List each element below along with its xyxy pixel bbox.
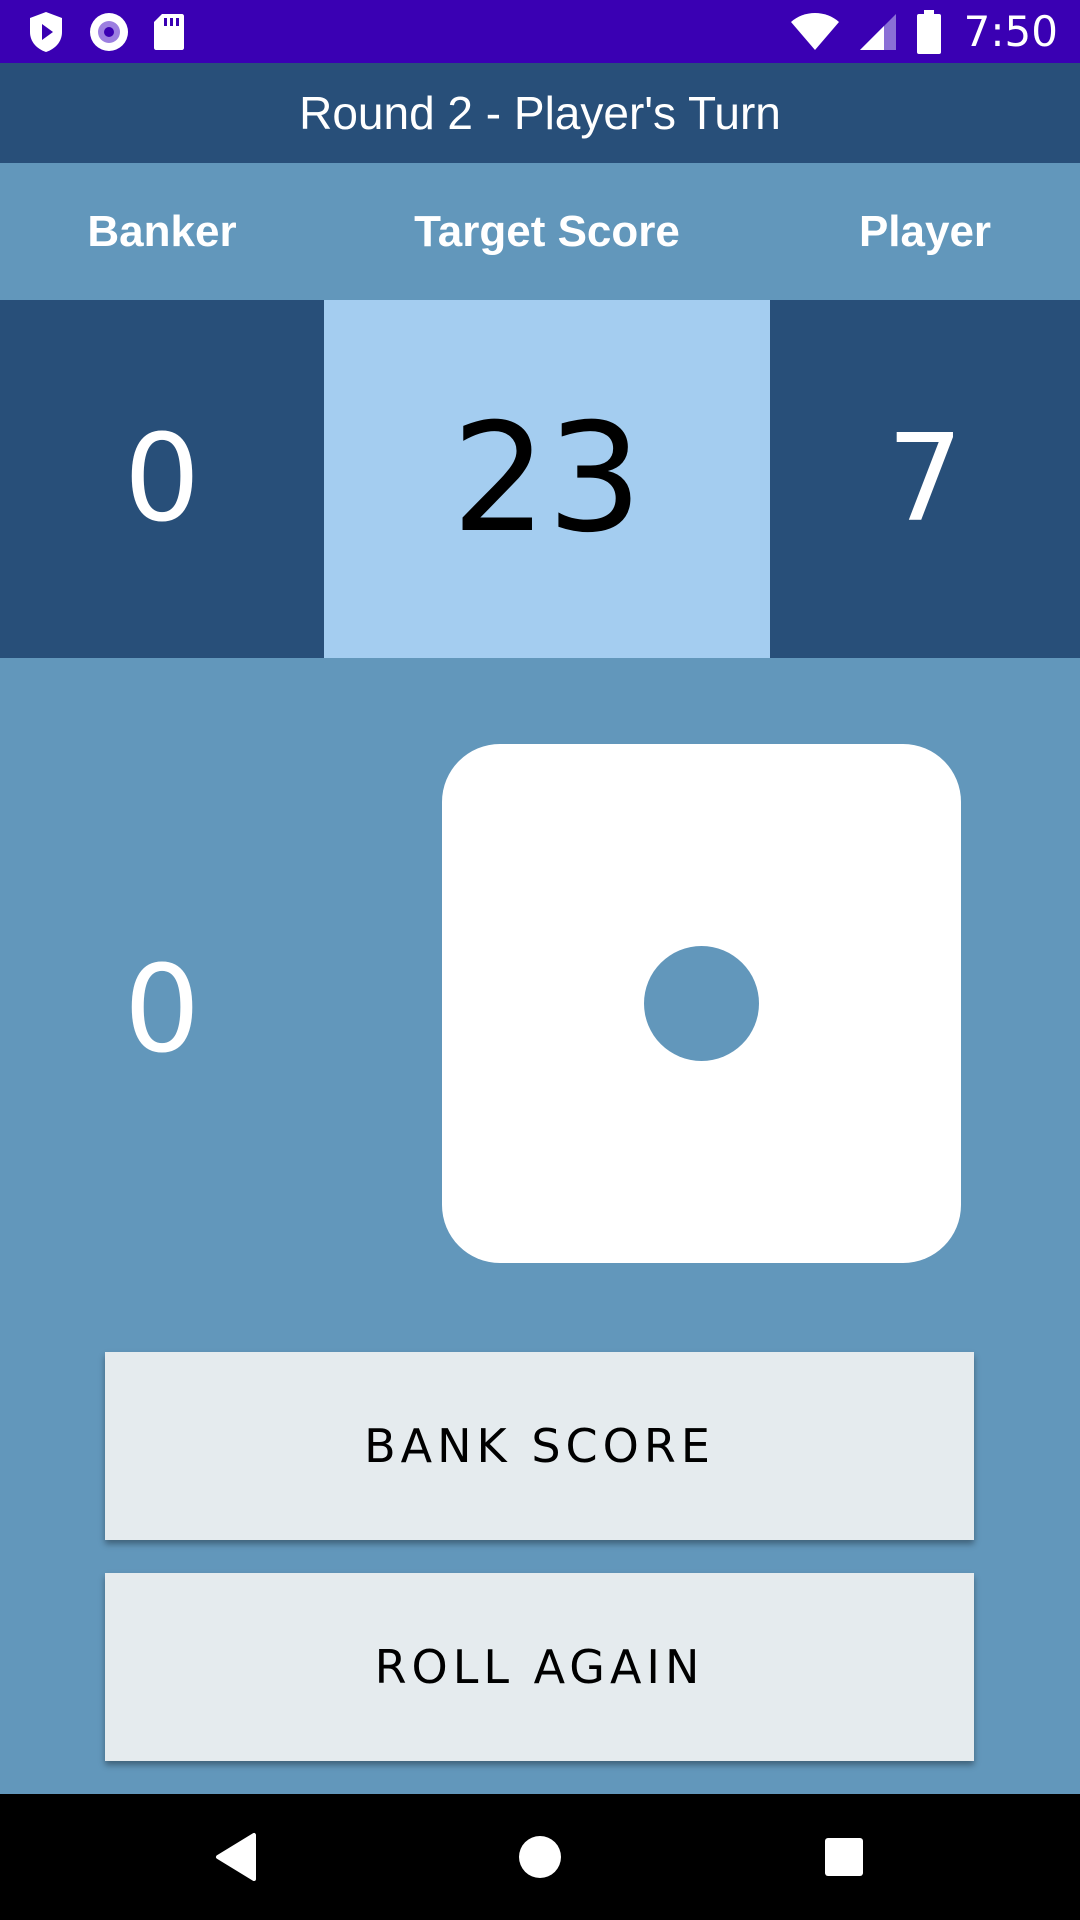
shield-play-icon	[26, 10, 66, 54]
banker-score: 0	[123, 409, 201, 549]
wifi-icon	[790, 12, 840, 52]
status-time: 7:50	[963, 7, 1058, 56]
banker-score-cell: 0	[0, 300, 324, 658]
target-score: 23	[451, 392, 643, 566]
player-score: 7	[886, 409, 964, 549]
sd-card-icon	[152, 12, 186, 52]
back-icon[interactable]	[176, 1794, 296, 1920]
current-turn-score: 0	[123, 940, 201, 1080]
banker-label: Banker	[87, 206, 237, 256]
die[interactable]	[442, 744, 961, 1263]
cellular-signal-icon	[858, 12, 898, 52]
status-left	[26, 10, 186, 54]
screen: 7:50 Round 2 - Player's Turn Banker Targ…	[0, 0, 1080, 1920]
die-pip	[644, 946, 759, 1061]
status-right: 7:50	[790, 7, 1058, 56]
target-score-cell: 23	[324, 300, 770, 658]
player-score-cell: 7	[770, 300, 1080, 658]
app-bar: Round 2 - Player's Turn	[0, 63, 1080, 163]
target-score-label: Target Score	[414, 206, 680, 256]
roll-again-button[interactable]: ROLL AGAIN	[105, 1573, 974, 1761]
player-label: Player	[858, 206, 992, 256]
bank-score-button[interactable]: BANK SCORE	[105, 1352, 974, 1540]
home-icon[interactable]	[480, 1794, 600, 1920]
score-labels-row: Banker Target Score Player	[0, 163, 1080, 300]
score-row: 0 23 7	[0, 300, 1080, 658]
recents-icon[interactable]	[784, 1794, 904, 1920]
battery-icon	[916, 9, 942, 54]
navigation-bar	[0, 1794, 1080, 1920]
app-title: Round 2 - Player's Turn	[299, 87, 781, 139]
status-bar: 7:50	[0, 0, 1080, 63]
record-icon	[88, 11, 130, 53]
